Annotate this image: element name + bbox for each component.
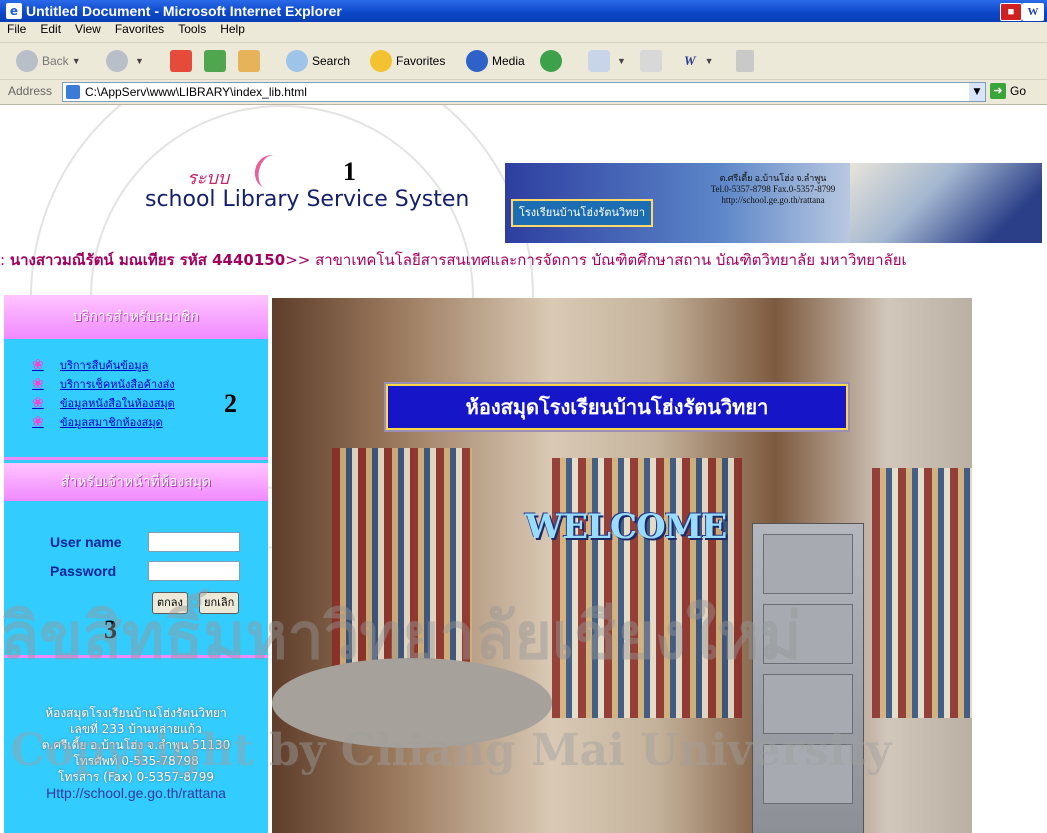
search-icon (286, 50, 308, 72)
toolbar: Back ▼ ▼ Search Favorites Media ▼ W ▼ (0, 43, 1047, 80)
sidebar-item-members[interactable]: ❀ ข้อมูลสมาชิกห้องสมุด (32, 412, 175, 431)
menu-bar: File Edit View Favorites Tools Help (0, 22, 1047, 43)
star-icon (370, 50, 392, 72)
chevron-down-icon: ▼ (71, 56, 81, 66)
media-button[interactable]: Media (466, 49, 525, 73)
home-button[interactable] (238, 49, 264, 73)
scrolling-text: : นางสาวมณีรัตน์ มณเทียร รหัส 4440150>> … (0, 251, 907, 269)
go-button[interactable]: ➜ Go (990, 83, 1026, 99)
flower-icon: ❀ (32, 375, 44, 392)
banner-school-sign: โรงเรียนบ้านโฮ่งรัตนวิทยา (511, 199, 653, 227)
forward-arrow-icon (106, 50, 128, 72)
mail-button[interactable]: ▼ (588, 49, 626, 73)
username-row: User name (50, 532, 240, 552)
school-website-link[interactable]: Http://school.ge.go.th/rattana (4, 785, 268, 801)
menu-view[interactable]: View (68, 22, 108, 36)
back-arrow-icon (16, 50, 38, 72)
title-bar: e Untitled Document - Microsoft Internet… (0, 0, 1047, 22)
menu-favorites[interactable]: Favorites (108, 22, 171, 36)
bookshelf (872, 468, 972, 718)
sidebar-item-library-books[interactable]: ❀ ข้อมูลหนังสือในห้องสมุด (32, 393, 175, 412)
annotation-1: 1 (343, 157, 356, 186)
username-label: User name (50, 534, 122, 550)
favorites-button[interactable]: Favorites (370, 49, 445, 73)
window-title: Untitled Document - Microsoft Internet E… (26, 3, 342, 19)
forward-button[interactable]: ▼ (106, 49, 144, 73)
sidebar-item-overdue-books[interactable]: ❀ บริการเช็คหนังสือค้างส่ง (32, 374, 175, 393)
program-text: >> สาขาเทคโนโลยีสารสนเทศและการจัดการ บัณ… (285, 251, 907, 269)
username-input[interactable] (148, 532, 240, 552)
chevron-down-icon[interactable]: ▼ (969, 83, 985, 101)
staff-header: สำหรับเจ้าหน้าที่ห้องสมุด (4, 463, 268, 501)
word-icon[interactable]: W (1022, 3, 1044, 21)
edit-button[interactable]: W ▼ (684, 49, 713, 73)
chevron-down-icon: ▼ (617, 56, 626, 66)
page-content: ระบบ school Library Service Systen 1 โรง… (0, 105, 1047, 833)
banner-address: ต.ศรีเตี้ย อ.บ้านโฮ่ง จ.ลำพูน Tel.0-5357… (710, 173, 836, 205)
address-url: C:\AppServ\www\LIBRARY\index_lib.html (85, 85, 307, 99)
flower-icon: ❀ (32, 356, 44, 373)
watermark-english: Copyright by Chiang Mai University (10, 725, 892, 776)
chevron-down-icon: ▼ (704, 56, 714, 66)
flower-icon: ❀ (32, 394, 44, 411)
flower-icon: ❀ (32, 413, 44, 430)
back-button[interactable]: Back ▼ (16, 49, 81, 73)
refresh-icon (204, 50, 226, 72)
stop-button[interactable] (170, 49, 196, 73)
menu-file[interactable]: File (0, 22, 33, 36)
welcome-text: WELCOME (525, 507, 727, 547)
member-services-header: บริการสำหรับสมาชิก (4, 295, 268, 339)
student-name: นางสาวมณีรัตน์ มณเทียร รหัส 4440150 (9, 251, 286, 269)
chevron-down-icon: ▼ (135, 56, 144, 66)
library-sign: ห้องสมุดโรงเรียนบ้านโฮ่งรัตนวิทยา (386, 384, 848, 430)
menu-help[interactable]: Help (213, 22, 252, 36)
home-icon (238, 50, 260, 72)
banner-photo (850, 163, 1042, 243)
school-banner: โรงเรียนบ้านโฮ่งรัตนวิทยา ต.ศรีเตี้ย อ.บ… (505, 163, 1042, 243)
member-menu: ❀ บริการสืบค้นข้อมูล ❀ บริการเช็คหนังสือค้… (32, 355, 175, 431)
page-icon (66, 85, 80, 99)
password-input[interactable] (148, 561, 240, 581)
menu-tools[interactable]: Tools (171, 22, 213, 36)
history-button[interactable] (540, 49, 566, 73)
search-button[interactable]: Search (286, 49, 350, 73)
address-input[interactable]: C:\AppServ\www\LIBRARY\index_lib.html ▼ (62, 82, 986, 102)
word-edit-icon: W (684, 53, 696, 68)
stop-icon (170, 50, 192, 72)
divider (4, 457, 268, 460)
lightning-icon (736, 50, 754, 72)
watermark-thai: ลิขสิทธิ์มหาวิทยาลัยเชียงใหม่ (0, 599, 802, 674)
sidebar-item-search-info[interactable]: ❀ บริการสืบค้นข้อมูล (32, 355, 175, 374)
address-label: Address (8, 84, 53, 98)
annotation-2: 2 (224, 389, 237, 418)
ie-icon: e (6, 3, 22, 19)
history-icon (540, 50, 562, 72)
logo-english-text: school Library Service Systen (145, 187, 470, 212)
media-icon (466, 50, 488, 72)
menu-edit[interactable]: Edit (33, 22, 68, 36)
password-row: Password (50, 561, 240, 581)
mail-icon (588, 50, 610, 72)
refresh-button[interactable] (204, 49, 230, 73)
app-tray-icon[interactable]: ■ (1000, 3, 1022, 21)
go-arrow-icon: ➜ (990, 83, 1006, 99)
address-bar: Address C:\AppServ\www\LIBRARY\index_lib… (0, 80, 1047, 105)
printer-icon (640, 50, 662, 72)
messenger-button[interactable] (736, 49, 758, 73)
print-button[interactable] (640, 49, 666, 73)
password-label: Password (50, 563, 117, 579)
